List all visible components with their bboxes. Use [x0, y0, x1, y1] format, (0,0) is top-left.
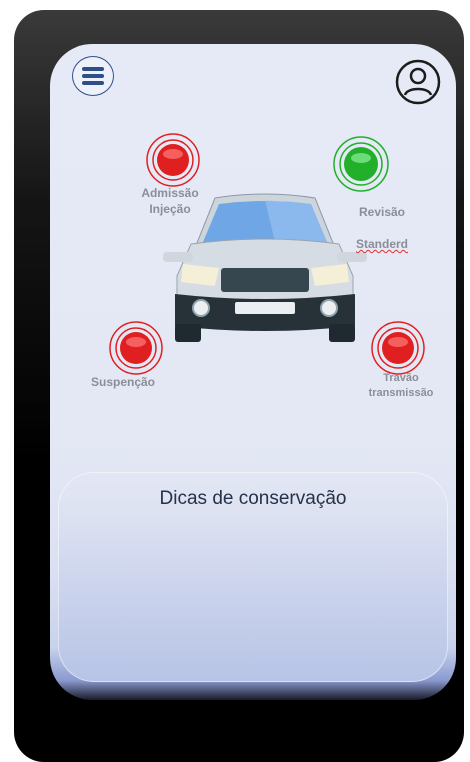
menu-icon-bar — [82, 74, 104, 78]
tips-card[interactable]: Dicas de conservação — [58, 472, 448, 682]
menu-button[interactable] — [72, 56, 114, 96]
profile-icon[interactable] — [394, 58, 442, 106]
menu-icon-bar — [82, 81, 104, 85]
status-label-revisao-line1: Revisão — [358, 205, 406, 219]
status-label-suspencao: Suspenção — [90, 375, 156, 389]
status-indicator-travao[interactable] — [370, 320, 426, 376]
status-indicator-revisao[interactable] — [333, 136, 389, 192]
menu-icon-bar — [82, 67, 104, 71]
app-screen: Admissão Injeção Revisão Standerd Suspen… — [50, 44, 456, 700]
status-label-travao: Travão transmissão — [368, 372, 434, 399]
status-label-revisao-line2: Standerd — [355, 237, 408, 251]
status-indicator-admissao[interactable] — [145, 132, 201, 188]
tips-title: Dicas de conservação — [159, 488, 347, 509]
status-label-admissao: Admissão Injeção — [141, 186, 199, 216]
status-indicator-suspencao[interactable] — [108, 320, 164, 376]
phone-frame: Admissão Injeção Revisão Standerd Suspen… — [14, 10, 464, 762]
status-label-revisao: Revisão Standerd — [346, 188, 418, 252]
